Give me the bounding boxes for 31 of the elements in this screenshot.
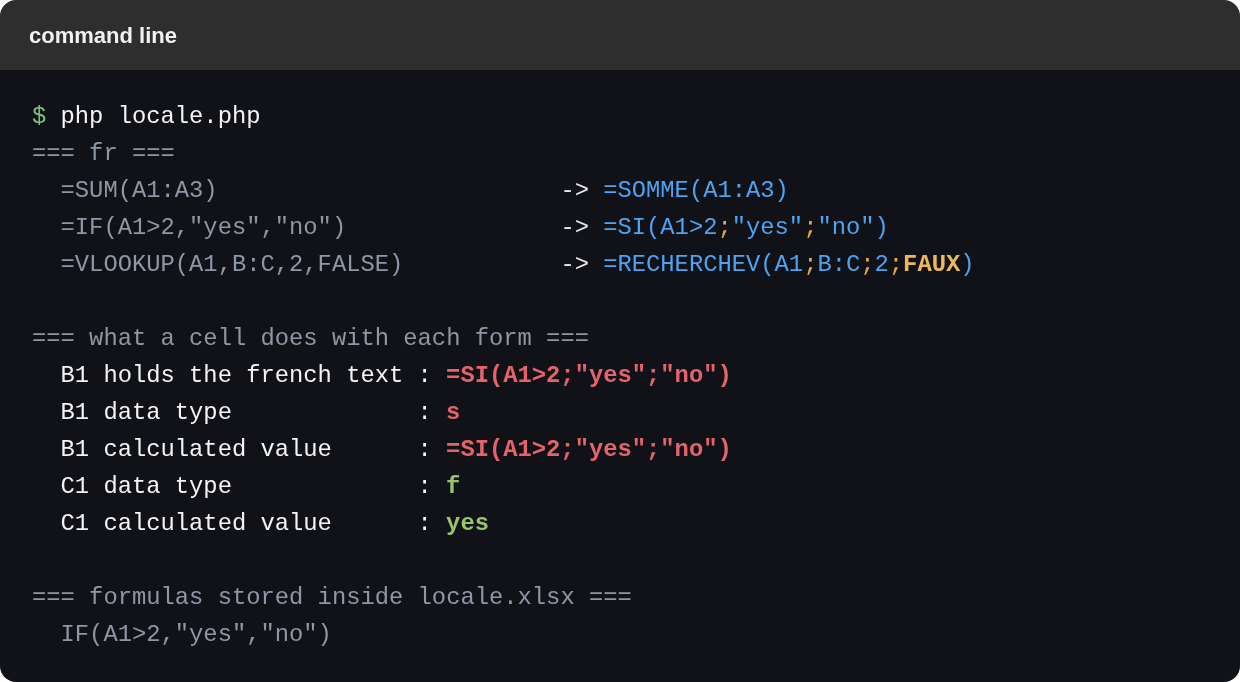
field-value: =SI(A1>2;"yes";"no"): [446, 435, 732, 465]
colon-separator: :: [417, 361, 432, 391]
arrow-symbol: ->: [560, 250, 589, 280]
prompt-symbol: $: [32, 102, 47, 132]
field-label: C1 calculated value: [60, 510, 332, 537]
field-value: s: [446, 398, 461, 428]
stored-formula: IF(A1>2,"yes","no"): [60, 621, 332, 648]
section-heading: === formulas stored inside locale.xlsx ===: [32, 583, 632, 613]
source-formula: =IF(A1>2,"yes","no"): [60, 214, 347, 241]
code-block-title: command line: [29, 21, 177, 50]
source-formula: =SUM(A1:A3): [60, 177, 218, 204]
section-heading: === what a cell does with each form ===: [32, 324, 589, 354]
translated-formula: =SI(A1>2;"yes";"no"): [603, 213, 889, 243]
section-heading: === fr ===: [32, 139, 175, 169]
command-text: php locale.php: [60, 102, 261, 132]
field-label: C1 data type: [60, 473, 232, 500]
field-label: B1 holds the french text: [60, 362, 404, 389]
field-value: f: [446, 472, 461, 502]
arrow-symbol: ->: [560, 176, 589, 206]
arrow-symbol: ->: [560, 213, 589, 243]
field-value: yes: [446, 509, 489, 539]
colon-separator: :: [417, 472, 432, 502]
translated-formula: =SOMME(A1:A3): [603, 176, 789, 206]
translated-formula: =RECHERCHEV(A1;B:C;2;FAUX): [603, 250, 975, 280]
field-value: =SI(A1>2;"yes";"no"): [446, 361, 732, 391]
field-label: B1 data type: [60, 399, 232, 426]
colon-separator: :: [417, 509, 432, 539]
source-formula: =VLOOKUP(A1,B:C,2,FALSE): [60, 251, 404, 278]
field-label: B1 calculated value: [60, 436, 332, 463]
colon-separator: :: [417, 398, 432, 428]
colon-separator: :: [417, 435, 432, 465]
